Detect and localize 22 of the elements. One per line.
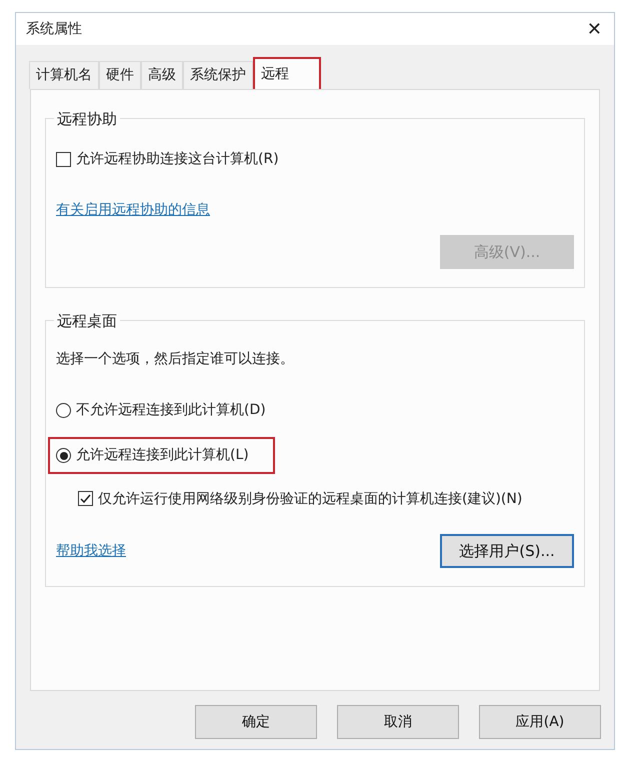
- help-link[interactable]: 帮助我选择: [56, 540, 126, 562]
- tab[interactable]: 远程: [253, 57, 321, 89]
- tab[interactable]: 高级: [141, 61, 183, 89]
- info-link[interactable]: 有关启用远程协助的信息: [56, 200, 210, 221]
- dialog-button[interactable]: 取消: [337, 705, 459, 739]
- close-button[interactable]: ✕: [582, 16, 606, 42]
- dialog-button[interactable]: 选择用户(S)...: [440, 534, 574, 568]
- dialog-button[interactable]: 应用(A): [479, 705, 601, 739]
- radio-button[interactable]: [56, 403, 71, 418]
- radio-label: 允许远程连接到此计算机(L): [76, 446, 249, 465]
- checkbox-label: 允许远程协助连接这台计算机(R): [76, 150, 279, 169]
- instruction-text: 选择一个选项，然后指定谁可以连接。: [56, 350, 295, 369]
- checkbox[interactable]: [56, 152, 71, 167]
- checkbox-label: 仅允许运行使用网络级别身份验证的远程桌面的计算机连接(建议)(N): [98, 490, 524, 509]
- tab[interactable]: 计算机名: [29, 61, 99, 89]
- radio-label: 不允许远程连接到此计算机(D): [76, 401, 266, 420]
- checkbox[interactable]: [78, 491, 93, 506]
- dialog-button[interactable]: 确定: [195, 705, 317, 739]
- tab[interactable]: 系统保护: [183, 61, 253, 89]
- window-title: 系统属性: [26, 20, 82, 38]
- radio-button[interactable]: [56, 448, 71, 463]
- tab[interactable]: 硬件: [99, 61, 141, 89]
